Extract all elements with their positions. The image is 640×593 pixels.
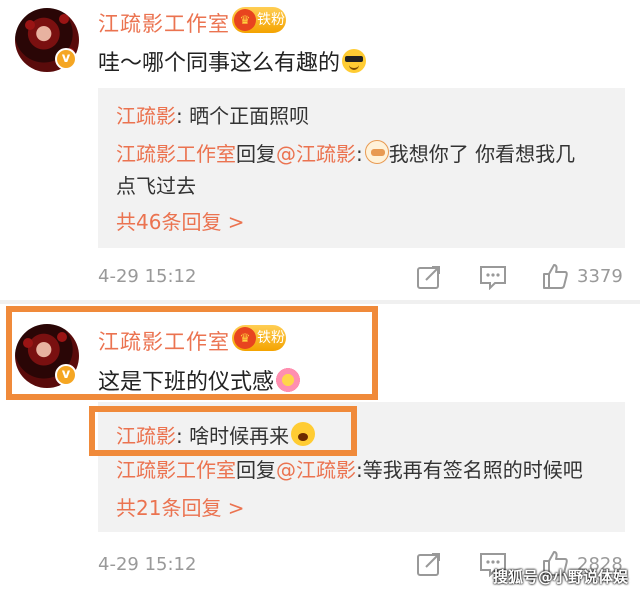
reply-text: 等我再有签名照的时候吧: [362, 458, 583, 482]
comment-item: v 江疏影工作室 ♛ 铁粉 哇～哪个同事这么有趣的 江疏影: 晒个正面照呗 江疏…: [0, 0, 640, 300]
like-count: 3379: [577, 266, 623, 287]
fan-badge-label: 铁粉: [257, 12, 285, 28]
reply-separator: :: [356, 458, 363, 482]
verified-icon: v: [55, 48, 77, 70]
reply-mention[interactable]: @江疏影: [276, 142, 356, 166]
reply-separator: :: [356, 142, 363, 166]
cat-emoji-icon: [364, 140, 389, 164]
highlight-frame-comment: [6, 306, 378, 400]
reply-user[interactable]: 江疏影: [116, 104, 176, 128]
reply-text: 我想你了 你看想我几: [388, 142, 576, 166]
comment-text: 哇～哪个同事这么有趣的: [98, 45, 367, 77]
reply-user[interactable]: 江疏影工作室: [116, 458, 236, 482]
reply-separator: :: [176, 104, 190, 128]
comment-icon[interactable]: [479, 264, 507, 290]
crown-icon: ♛: [234, 9, 256, 31]
reply-line[interactable]: 江疏影工作室回复@江疏影: 我想你了 你看想我几: [116, 138, 575, 167]
like-icon[interactable]: [541, 262, 569, 290]
reply-text: 晒个正面照呗: [189, 104, 310, 128]
watermark: 搜狐号@小野说体娱: [492, 568, 628, 586]
cool-face-emoji-icon: [342, 49, 367, 73]
fan-badge[interactable]: ♛ 铁粉: [232, 7, 286, 33]
comment-time: 4-29 15:12: [98, 554, 197, 575]
reply-user[interactable]: 江疏影工作室: [116, 142, 236, 166]
reply-mention[interactable]: @江疏影: [276, 458, 356, 482]
author-name[interactable]: 江疏影工作室: [98, 8, 230, 38]
reply-line-continued: 点飞过去: [116, 174, 196, 198]
reply-box[interactable]: 江疏影: 晒个正面照呗 江疏影工作室回复@江疏影: 我想你了 你看想我几 点飞过去…: [98, 88, 625, 248]
reply-line[interactable]: 江疏影工作室回复@江疏影:等我再有签名照的时候吧: [116, 454, 583, 483]
reply-verb: 回复: [236, 458, 276, 482]
more-replies-link[interactable]: 共46条回复 >: [116, 206, 245, 235]
highlight-frame-reply: [89, 406, 357, 456]
share-icon[interactable]: [416, 551, 442, 577]
more-replies-link[interactable]: 共21条回复 >: [116, 492, 245, 521]
reply-verb: 回复: [236, 142, 276, 166]
reply-line[interactable]: 江疏影: 晒个正面照呗: [116, 100, 309, 129]
comment-time: 4-29 15:12: [98, 266, 197, 287]
comment-text-content: 哇～哪个同事这么有趣的: [98, 51, 341, 76]
share-icon[interactable]: [416, 264, 442, 290]
